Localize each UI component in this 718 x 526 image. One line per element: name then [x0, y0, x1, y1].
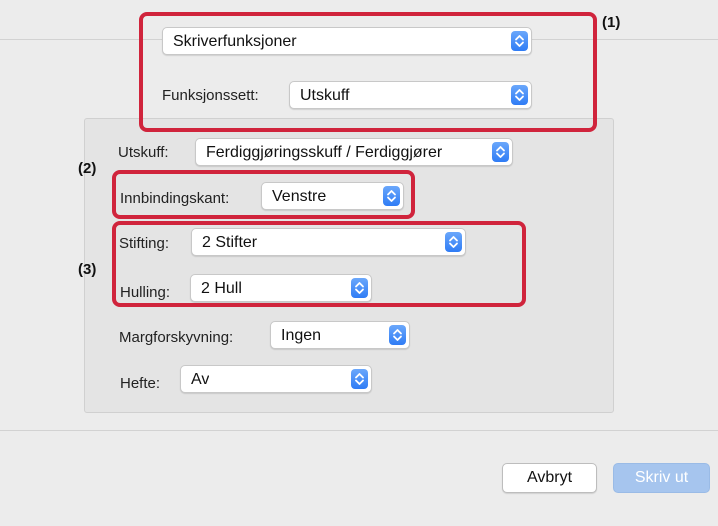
margin-shift-label: Margforskyvning:: [119, 329, 234, 346]
chevron-updown-icon: [351, 369, 368, 389]
bottom-divider: [0, 430, 718, 431]
output-label: Utskuff:: [118, 144, 169, 161]
callout-2: (2): [78, 160, 97, 177]
booklet-select[interactable]: Av: [180, 365, 372, 393]
booklet-label: Hefte:: [120, 375, 161, 392]
booklet-select-value: Av: [191, 371, 210, 388]
callout-3: (3): [78, 261, 97, 278]
highlight-box-2: [112, 170, 415, 219]
highlight-box-1: [139, 12, 597, 132]
output-select-value: Ferdiggjøringsskuff / Ferdiggjører: [206, 144, 443, 161]
print-button[interactable]: Skriv ut: [613, 463, 710, 493]
chevron-updown-icon: [492, 142, 509, 162]
highlight-box-3: [112, 221, 526, 307]
chevron-updown-icon: [389, 325, 406, 345]
output-select[interactable]: Ferdiggjøringsskuff / Ferdiggjører: [195, 138, 513, 166]
cancel-button[interactable]: Avbryt: [502, 463, 597, 493]
callout-1: (1): [602, 14, 621, 31]
margin-shift-select-value: Ingen: [281, 327, 322, 344]
margin-shift-select[interactable]: Ingen: [270, 321, 410, 349]
